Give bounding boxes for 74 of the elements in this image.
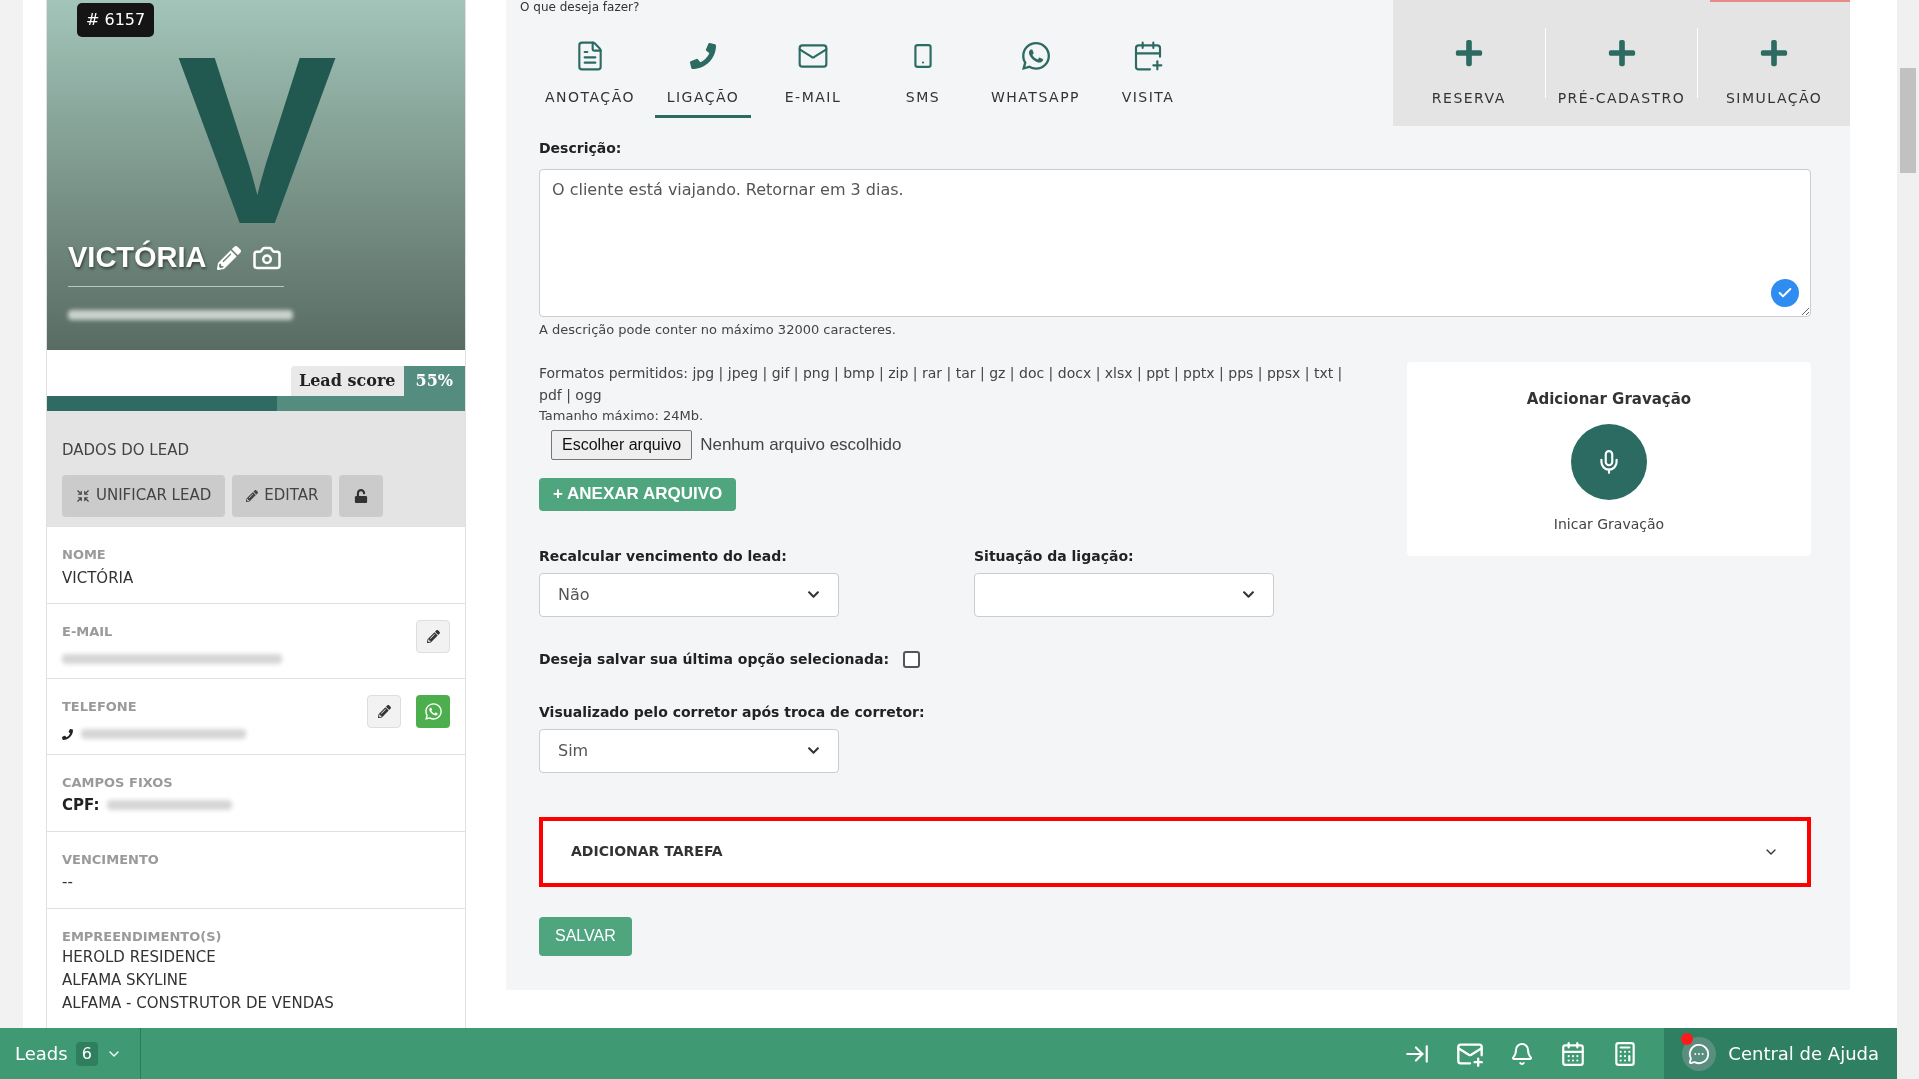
description-field[interactable]: O cliente está viajando. Retornar em 3 dias. xyxy=(539,169,1811,317)
helper-text: A descrição pode conter no máximo 32000 caracteres. xyxy=(539,321,897,339)
file-status: Nenhum arquivo escolhido xyxy=(700,433,902,456)
phone-icon xyxy=(62,728,73,740)
lead-name: VICTÓRIA xyxy=(68,239,207,275)
field-value: CPF: xyxy=(62,795,100,816)
save-option-checkbox[interactable] xyxy=(903,650,920,668)
field-value: ALFAMA SKYLINE xyxy=(62,970,189,991)
field-label: NOME xyxy=(62,546,106,564)
leads-count: 6 xyxy=(75,1041,98,1066)
pencil-icon xyxy=(426,630,440,643)
scrollbar[interactable] xyxy=(1897,0,1919,1079)
max-size-text: Tamanho máximo: 24Mb. xyxy=(539,406,705,425)
chevron-down-icon xyxy=(1242,588,1255,601)
calendar-icon[interactable] xyxy=(1560,1040,1587,1067)
merge-lead-button[interactable]: UNIFICAR LEAD xyxy=(62,474,226,517)
chevron-down-icon xyxy=(807,588,820,601)
phone-icon xyxy=(690,43,716,69)
field-label: E-MAIL xyxy=(62,623,113,641)
plus-icon xyxy=(1606,38,1637,68)
field-label: TELEFONE xyxy=(62,698,137,716)
field-label: VENCIMENTO xyxy=(62,850,159,869)
choose-file-button[interactable]: Escolher arquivo xyxy=(551,429,693,460)
quick-action-button[interactable]: SIMULAÇÃO xyxy=(1698,0,1850,126)
unlock-button[interactable] xyxy=(339,474,384,517)
lead-score-value: 55% xyxy=(403,366,465,396)
section-title: DADOS DO LEAD xyxy=(62,440,190,461)
activity-tab[interactable]: WHATSAPP xyxy=(985,36,1087,118)
quick-action-button[interactable]: PRÉ-CADASTRO xyxy=(1545,0,1698,126)
pencil-icon[interactable] xyxy=(216,245,241,270)
recording-title: Adicionar Gravação xyxy=(1526,388,1692,410)
formats-text: Formatos permitidos: jpg | jpeg | gif | png | bmp | zip | rar | tar | gz | doc | docx | xlsx | ppt | pptx | pps | ppsx | txt | pdf | ogg xyxy=(539,363,1344,406)
plus-icon xyxy=(1453,38,1484,68)
bell-icon[interactable] xyxy=(1510,1041,1535,1066)
viewed-select[interactable]: Sim xyxy=(539,728,839,773)
activity-tab[interactable]: E-MAIL xyxy=(765,36,861,118)
unlock-icon xyxy=(354,488,369,503)
pencil-icon xyxy=(246,489,259,502)
pencil-icon xyxy=(377,705,391,718)
add-task-accordion[interactable]: ADICIONAR TAREFA xyxy=(539,816,1811,887)
chevron-down-icon xyxy=(807,744,820,757)
field-value: ALFAMA - CONSTRUTOR DE VENDAS xyxy=(62,993,335,1014)
edit-button[interactable] xyxy=(367,695,401,728)
field-label: Descrição: xyxy=(539,139,623,158)
field-value: VICTÓRIA xyxy=(62,567,135,589)
field-label: CAMPOS FIXOS xyxy=(62,773,173,792)
edit-lead-button[interactable]: EDITAR xyxy=(232,474,333,517)
plus-icon xyxy=(1759,38,1790,68)
whatsapp-icon xyxy=(423,702,443,721)
recalculate-select[interactable]: Não xyxy=(539,572,839,617)
chat-icon xyxy=(1688,1042,1711,1065)
recording-action: Inicar Gravação xyxy=(1553,515,1665,534)
field-value: -- xyxy=(62,872,74,893)
activity-tab[interactable]: ANOTAÇÃO xyxy=(539,36,641,118)
prompt-text: O que deseja fazer? xyxy=(519,0,640,14)
field-label: Deseja salvar sua última opção selecionada: xyxy=(539,649,889,669)
avatar-initial: V xyxy=(176,48,339,232)
whatsapp-icon xyxy=(1019,40,1052,72)
quick-action-button[interactable]: RESERVA xyxy=(1393,0,1545,126)
edit-button[interactable] xyxy=(416,620,450,653)
lead-score-label: Lead score xyxy=(290,366,404,396)
field-label: Situação da ligação: xyxy=(974,546,1135,566)
shrink-icon xyxy=(76,488,90,503)
field-value: HEROLD RESIDENCE xyxy=(62,947,217,968)
activity-tab[interactable]: LIGAÇÃO xyxy=(655,36,751,118)
field-label: Visualizado pelo corretor após troca de corretor: xyxy=(539,702,926,722)
field-label: Recalcular vencimento do lead: xyxy=(539,546,788,566)
whatsapp-button[interactable] xyxy=(416,695,450,728)
calendar-plus-icon xyxy=(1132,40,1165,72)
activity-tab[interactable]: SMS xyxy=(875,36,971,118)
id-badge: # 6157 xyxy=(77,3,155,37)
activity-tab[interactable]: VISITA xyxy=(1100,36,1197,118)
help-center-button[interactable]: Central de Ajuda xyxy=(1664,1028,1897,1079)
field-label: EMPREENDIMENTO(S) xyxy=(62,927,222,946)
